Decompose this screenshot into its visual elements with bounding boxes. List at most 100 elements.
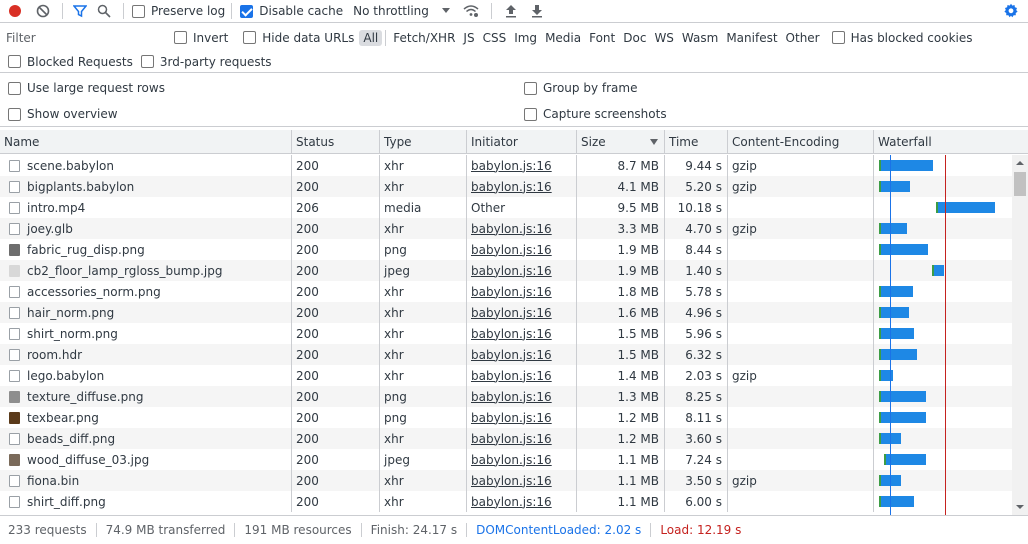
request-row[interactable]: texture_diffuse.png 200 png babylon.js:16 1.… xyxy=(0,386,1012,407)
request-initiator-cell[interactable]: babylon.js:16 xyxy=(467,365,577,386)
waterfall-bar[interactable] xyxy=(938,202,995,213)
invert-checkbox[interactable]: Invert xyxy=(174,31,228,45)
third-party-checkbox[interactable]: 3rd-party requests xyxy=(140,55,272,69)
has-blocked-cookies-check[interactable] xyxy=(831,31,845,44)
waterfall-bar[interactable] xyxy=(934,265,944,276)
large-rows-checkbox[interactable]: Use large request rows xyxy=(8,81,165,95)
column-header-time[interactable]: Time xyxy=(665,130,728,153)
large-rows-check[interactable] xyxy=(8,81,21,95)
filter-input[interactable] xyxy=(0,27,160,48)
filter-toggle-button[interactable] xyxy=(69,0,91,22)
request-initiator-cell[interactable]: babylon.js:16 xyxy=(467,176,577,197)
column-header-type[interactable]: Type xyxy=(380,130,467,153)
request-initiator-cell[interactable]: babylon.js:16 xyxy=(467,218,577,239)
request-initiator-cell[interactable]: babylon.js:16 xyxy=(467,344,577,365)
waterfall-bar[interactable] xyxy=(880,244,928,255)
request-initiator-text[interactable]: babylon.js:16 xyxy=(471,348,552,362)
request-initiator-text[interactable]: babylon.js:16 xyxy=(471,453,552,467)
request-row[interactable]: fiona.bin 200 xhr babylon.js:16 1.1 MB 3.50 s… xyxy=(0,470,1012,491)
request-initiator-text[interactable]: babylon.js:16 xyxy=(471,243,552,257)
request-initiator-cell[interactable]: babylon.js:16 xyxy=(467,155,577,176)
request-row[interactable]: intro.mp4 206 media Other 9.5 MB 10.18 s xyxy=(0,197,1012,218)
throttling-select[interactable]: No throttling xyxy=(353,4,451,18)
type-filter-ws[interactable]: WS xyxy=(650,30,677,46)
column-header-initiator[interactable]: Initiator xyxy=(467,130,577,153)
show-overview-checkbox[interactable]: Show overview xyxy=(8,107,118,121)
group-by-frame-check[interactable] xyxy=(524,81,537,95)
request-initiator-cell[interactable]: babylon.js:16 xyxy=(467,470,577,491)
waterfall-bar[interactable] xyxy=(880,328,915,339)
group-by-frame-checkbox[interactable]: Group by frame xyxy=(524,81,637,95)
request-initiator-text[interactable]: babylon.js:16 xyxy=(471,180,552,194)
capture-screenshots-checkbox[interactable]: Capture screenshots xyxy=(524,107,667,121)
scroll-down-icon[interactable] xyxy=(1012,501,1028,513)
disable-cache-checkbox[interactable]: Disable cache xyxy=(240,4,343,18)
request-initiator-text[interactable]: babylon.js:16 xyxy=(471,159,552,173)
blocked-requests-checkbox[interactable]: Blocked Requests xyxy=(8,55,133,69)
request-row[interactable]: shirt_norm.png 200 xhr babylon.js:16 1.5 MB 5… xyxy=(0,323,1012,344)
column-header-waterfall[interactable]: Waterfall xyxy=(874,130,1028,153)
column-header-status[interactable]: Status xyxy=(292,130,380,153)
show-overview-check[interactable] xyxy=(8,107,21,121)
request-initiator-text[interactable]: babylon.js:16 xyxy=(471,264,552,278)
clear-button[interactable] xyxy=(30,0,56,22)
request-initiator-text[interactable]: babylon.js:16 xyxy=(471,495,552,509)
request-row[interactable]: scene.babylon 200 xhr babylon.js:16 8.7 MB 9.… xyxy=(0,155,1012,176)
type-filter-font[interactable]: Font xyxy=(585,30,619,46)
request-initiator-cell[interactable]: babylon.js:16 xyxy=(467,449,577,470)
request-initiator-cell[interactable]: babylon.js:16 xyxy=(467,407,577,428)
request-initiator-text[interactable]: babylon.js:16 xyxy=(471,285,552,299)
waterfall-bar[interactable] xyxy=(880,412,927,423)
request-row[interactable]: beads_diff.png 200 xhr babylon.js:16 1.2 MB 3… xyxy=(0,428,1012,449)
type-filter-manifest[interactable]: Manifest xyxy=(722,30,781,46)
waterfall-bar[interactable] xyxy=(880,349,917,360)
request-initiator-text[interactable]: babylon.js:16 xyxy=(471,432,552,446)
import-har-button[interactable] xyxy=(498,0,524,22)
request-initiator-cell[interactable]: babylon.js:16 xyxy=(467,491,577,512)
request-row[interactable]: wood_diffuse_03.jpg 200 jpeg babylon.js:16 1… xyxy=(0,449,1012,470)
type-filter-other[interactable]: Other xyxy=(782,30,824,46)
waterfall-bar[interactable] xyxy=(880,391,927,402)
request-initiator-text[interactable]: babylon.js:16 xyxy=(471,327,552,341)
preserve-log-checkbox[interactable]: Preserve log xyxy=(132,4,225,18)
waterfall-bar[interactable] xyxy=(886,454,927,465)
request-initiator-text[interactable]: babylon.js:16 xyxy=(471,411,552,425)
request-row[interactable]: texbear.png 200 png babylon.js:16 1.2 MB 8.11… xyxy=(0,407,1012,428)
column-header-content-encoding[interactable]: Content-Encoding xyxy=(728,130,874,153)
disable-cache-check[interactable] xyxy=(240,4,254,18)
third-party-check[interactable] xyxy=(140,55,154,68)
request-row[interactable]: bigplants.babylon 200 xhr babylon.js:16 4.1 … xyxy=(0,176,1012,197)
request-initiator-cell[interactable]: babylon.js:16 xyxy=(467,281,577,302)
type-filter-css[interactable]: CSS xyxy=(479,30,511,46)
request-row[interactable]: fabric_rug_disp.png 200 png babylon.js:16 1.… xyxy=(0,239,1012,260)
request-initiator-cell[interactable]: babylon.js:16 xyxy=(467,260,577,281)
export-har-button[interactable] xyxy=(524,0,550,22)
request-initiator-text[interactable]: babylon.js:16 xyxy=(471,474,552,488)
request-row[interactable]: room.hdr 200 xhr babylon.js:16 1.5 MB 6.32 s xyxy=(0,344,1012,365)
search-button[interactable] xyxy=(91,0,117,22)
waterfall-bar[interactable] xyxy=(880,160,933,171)
scroll-up-icon[interactable] xyxy=(1012,157,1028,169)
type-filter-js[interactable]: JS xyxy=(459,30,478,46)
has-blocked-cookies-checkbox[interactable]: Has blocked cookies xyxy=(831,31,973,45)
type-filter-media[interactable]: Media xyxy=(541,30,585,46)
capture-screenshots-check[interactable] xyxy=(524,107,537,121)
network-conditions-button[interactable] xyxy=(457,0,485,22)
type-filter-img[interactable]: Img xyxy=(510,30,541,46)
request-initiator-text[interactable]: babylon.js:16 xyxy=(471,222,552,236)
network-settings-button[interactable] xyxy=(1000,0,1022,22)
request-row[interactable]: joey.glb 200 xhr babylon.js:16 3.3 MB 4.70 s g… xyxy=(0,218,1012,239)
request-initiator-cell[interactable]: babylon.js:16 xyxy=(467,302,577,323)
request-row[interactable]: accessories_norm.png 200 xhr babylon.js:16 1… xyxy=(0,281,1012,302)
request-row[interactable]: cb2_floor_lamp_rgloss_bump.jpg 200 jpeg bab… xyxy=(0,260,1012,281)
type-filter-doc[interactable]: Doc xyxy=(619,30,650,46)
table-scrollbar[interactable] xyxy=(1012,155,1028,515)
scrollbar-thumb[interactable] xyxy=(1014,172,1026,196)
column-header-size[interactable]: Size xyxy=(577,130,665,153)
invert-check[interactable] xyxy=(174,31,187,44)
request-row[interactable]: hair_norm.png 200 xhr babylon.js:16 1.6 MB 4.… xyxy=(0,302,1012,323)
preserve-log-check[interactable] xyxy=(132,4,145,18)
blocked-requests-check[interactable] xyxy=(8,55,21,68)
request-initiator-cell[interactable]: babylon.js:16 xyxy=(467,323,577,344)
waterfall-bar[interactable] xyxy=(880,223,908,234)
